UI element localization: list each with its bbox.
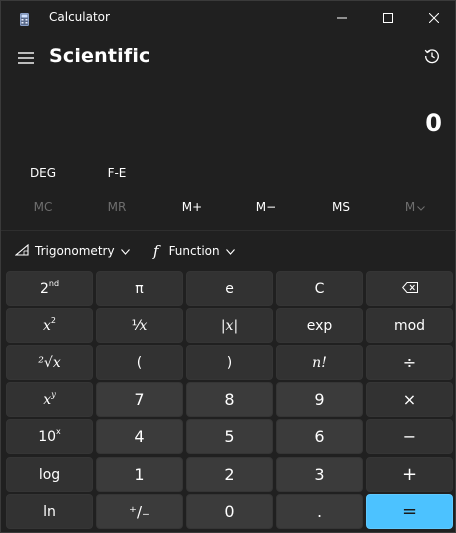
digit-4-button[interactable]: 4 [96,419,183,454]
multiply-button[interactable]: × [366,382,453,417]
key-label: 10 [38,428,57,445]
window-title: Calculator [49,10,110,24]
key-superscript: x [56,427,61,436]
backspace-icon [401,281,418,297]
memory-subtract-button[interactable]: M− [236,195,296,219]
memory-list-label: M [404,200,416,214]
key-label: |x| [220,317,239,334]
digit-8-button[interactable]: 8 [186,382,273,417]
add-button[interactable]: + [366,457,453,492]
pi-button[interactable]: π [96,271,183,306]
backspace-button[interactable] [366,271,453,306]
angle-unit-button[interactable]: DEG [23,161,63,185]
close-paren-button[interactable]: ) [186,345,273,380]
digit-6-button[interactable]: 6 [276,419,363,454]
memory-clear-button[interactable]: MC [13,195,73,219]
history-button[interactable] [419,45,445,71]
digit-2-button[interactable]: 2 [186,457,273,492]
mode-title: Scientific [49,45,151,67]
clear-button[interactable]: C [276,271,363,306]
triangle-icon [14,243,29,259]
key-superscript: 2 [50,316,56,325]
maximize-button[interactable] [365,1,411,35]
memory-list-button[interactable]: M [385,195,445,219]
exp-button[interactable]: exp [276,308,363,343]
fe-toggle-button[interactable]: F-E [99,161,135,185]
function-dropdown[interactable]: f Function [153,239,235,263]
decimal-button[interactable]: . [276,494,363,529]
trigonometry-label: Trigonometry [35,244,115,258]
digit-9-button[interactable]: 9 [276,382,363,417]
title-bar[interactable]: Calculator [1,1,456,35]
history-icon [424,48,440,68]
memory-recall-button[interactable]: MR [87,195,147,219]
key-label: ²√x [38,354,61,371]
second-function-button[interactable]: 2nd [6,271,93,306]
close-button[interactable] [411,1,456,35]
digit-5-button[interactable]: 5 [186,419,273,454]
log-button[interactable]: log [6,457,93,492]
trigonometry-dropdown[interactable]: Trigonometry [14,239,130,263]
power-button[interactable]: xy [6,382,93,417]
key-label: 2 [39,280,49,297]
key-label: n! [312,354,327,371]
calculator-app-icon [20,11,29,26]
hamburger-icon [18,49,34,68]
close-icon [429,13,439,23]
digit-3-button[interactable]: 3 [276,457,363,492]
function-label: Function [168,244,220,258]
subtract-button[interactable]: − [366,419,453,454]
mod-button[interactable]: mod [366,308,453,343]
negate-button[interactable]: ⁺/₋ [96,494,183,529]
digit-1-button[interactable]: 1 [96,457,183,492]
key-superscript: y [51,390,56,399]
navigation-menu-button[interactable] [13,45,39,71]
chevron-down-icon [120,244,130,258]
key-label: x [43,391,52,408]
result-display: 0 [425,109,442,137]
memory-store-button[interactable]: MS [311,195,371,219]
square-button[interactable]: x2 [6,308,93,343]
key-superscript: nd [48,279,60,288]
factorial-button[interactable]: n! [276,345,363,380]
chevron-down-icon [225,244,235,258]
maximize-icon [383,13,393,23]
chevron-down-icon [417,200,426,214]
divide-button[interactable]: ÷ [366,345,453,380]
memory-add-button[interactable]: M+ [162,195,222,219]
square-root-button[interactable]: ²√x [6,345,93,380]
euler-button[interactable]: e [186,271,273,306]
key-label: ⅟ [131,317,140,334]
calculator-window: Calculator Scientific 0 DEG F-E MC MR M+… [0,0,456,533]
reciprocal-button[interactable]: ⅟x [96,308,183,343]
ten-power-button[interactable]: 10 x [6,419,93,454]
minimize-icon [337,13,347,23]
key-label: x [139,317,148,334]
digit-7-button[interactable]: 7 [96,382,183,417]
equals-button[interactable]: = [366,494,453,529]
divider [1,230,456,231]
minimize-button[interactable] [319,1,365,35]
function-icon: f [153,242,159,260]
digit-0-button[interactable]: 0 [186,494,273,529]
open-paren-button[interactable]: ( [96,345,183,380]
key-label: x [43,317,51,334]
absolute-value-button[interactable]: |x| [186,308,273,343]
natural-log-button[interactable]: ln [6,494,93,529]
